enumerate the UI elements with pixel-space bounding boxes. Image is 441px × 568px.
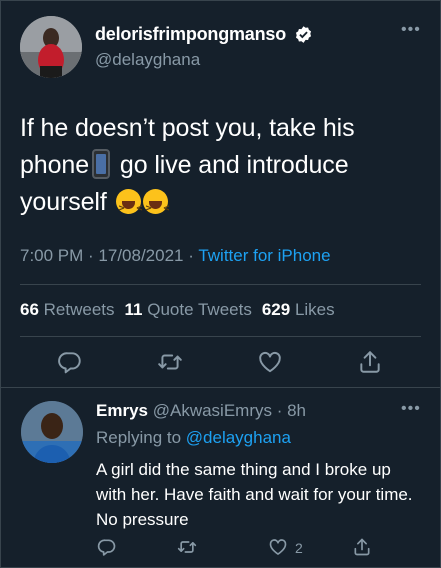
- retweet-icon[interactable]: [157, 349, 183, 375]
- likes-count: 629: [261, 300, 291, 319]
- tweet-stats: 66 Retweets 11 Quote Tweets 629 Likes: [20, 300, 335, 320]
- retweets-stat[interactable]: 66 Retweets: [20, 300, 115, 319]
- laughing-face-emoji-icon: [142, 189, 169, 227]
- retweets-label: Retweets: [43, 300, 115, 319]
- laughing-face-emoji-icon: [115, 189, 142, 227]
- reply-header: Emrys @AkwasiEmrys · 8h: [96, 401, 306, 421]
- divider: [0, 387, 441, 388]
- retweet-icon[interactable]: [177, 537, 197, 557]
- reply-author-avatar[interactable]: [21, 401, 83, 463]
- verified-badge-icon: [294, 25, 313, 44]
- quotes-stat[interactable]: 11 Quote Tweets: [125, 300, 252, 319]
- tweet-text-word: phone: [20, 151, 90, 179]
- share-icon[interactable]: [357, 349, 383, 375]
- author-handle[interactable]: @delayghana: [95, 50, 200, 70]
- tweet-text-word: yourself: [20, 188, 107, 216]
- likes-stat[interactable]: 629 Likes: [262, 300, 335, 319]
- author-display-name[interactable]: delorisfrimpongmanso: [95, 24, 286, 45]
- more-options-icon[interactable]: •••: [401, 401, 421, 417]
- reply-like-count: 2: [295, 540, 303, 556]
- quotes-label: Quote Tweets: [147, 300, 252, 319]
- tweet-text: If he doesn’t post you, take his phone g…: [20, 110, 425, 227]
- divider: [20, 336, 421, 337]
- reply-text: A girl did the same thing and I broke up…: [96, 460, 413, 529]
- replying-to-prefix: Replying to: [96, 428, 186, 447]
- reply-display-name[interactable]: Emrys: [96, 401, 148, 420]
- tweet-text-line: If he doesn’t post you, take his: [20, 114, 355, 142]
- tweet-timestamp[interactable]: 7:00 PM · 17/08/2021 ·: [20, 246, 198, 265]
- more-options-icon[interactable]: •••: [401, 22, 421, 38]
- reply-handle-time[interactable]: @AkwasiEmrys · 8h: [153, 401, 306, 420]
- divider: [20, 284, 421, 285]
- reply-icon[interactable]: [57, 349, 83, 375]
- tweet-meta: 7:00 PM · 17/08/2021 · Twitter for iPhon…: [20, 246, 331, 266]
- reply-icon[interactable]: [97, 537, 117, 557]
- heart-icon[interactable]: [257, 349, 283, 375]
- tweet-text-line: phone go live and introduce: [20, 147, 425, 184]
- quotes-count: 11: [124, 300, 143, 319]
- replying-to-handle[interactable]: @delayghana: [186, 428, 291, 447]
- tweet-text-word: go live and introduce: [119, 151, 349, 179]
- tweet-text-line: yourself: [20, 184, 425, 227]
- heart-icon[interactable]: [268, 537, 288, 557]
- author-avatar[interactable]: [20, 16, 82, 78]
- mobile-phone-emoji-icon: [92, 149, 111, 179]
- likes-label: Likes: [294, 300, 335, 319]
- tweet-source-link[interactable]: Twitter for iPhone: [198, 246, 330, 265]
- retweets-count: 66: [20, 300, 39, 319]
- replying-to: Replying to @delayghana: [96, 428, 291, 448]
- share-icon[interactable]: [352, 537, 372, 557]
